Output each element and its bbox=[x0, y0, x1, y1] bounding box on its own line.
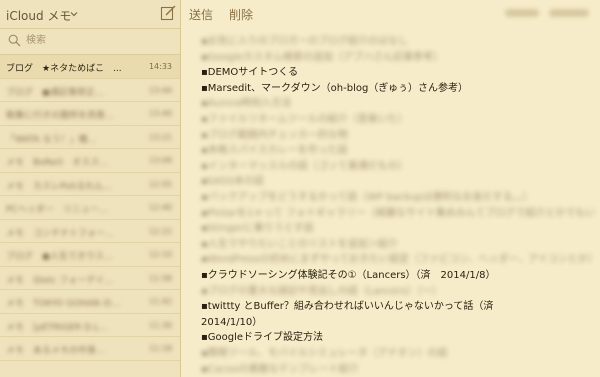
list-item[interactable]: 執筆に行きの箇所を改善… 13:40 bbox=[0, 102, 180, 126]
search-input[interactable] bbox=[26, 32, 166, 48]
note-line: ▪ブログ範囲内チェッカー的な物 bbox=[201, 129, 348, 141]
note-title: 「WATA なう！」機… bbox=[6, 134, 97, 145]
note-title: ブログ ●通記事修正… bbox=[6, 87, 104, 98]
note-line: ▪Googleカスタム検索の追加（アブハさん記事参考） bbox=[201, 51, 444, 63]
note-time: 11:42 bbox=[148, 297, 172, 306]
list-item[interactable]: メモ [pETRIGER D.L… 11:30 bbox=[0, 314, 180, 337]
list-item[interactable]: メモ BoReO オスス… 13:09 bbox=[0, 149, 180, 173]
note-title: 執筆に行きの箇所を改善… bbox=[6, 111, 115, 121]
send-button[interactable]: 送信 bbox=[189, 6, 213, 23]
list-item[interactable]: メモ コンテナトフォー… 12:22 bbox=[0, 220, 180, 243]
search-bar bbox=[0, 28, 180, 55]
note-time: 11:30 bbox=[148, 320, 172, 330]
note-line: ▪本格スパイスカレーを作った話 bbox=[201, 145, 348, 157]
list-item[interactable]: 「WATA なう！」機… 13:21 bbox=[0, 126, 180, 149]
note-time: 14:33 bbox=[148, 62, 172, 71]
note-title: メモ カスレPoSるれん… bbox=[6, 181, 113, 192]
note-title: メモ TOKYO GOHAN の… bbox=[6, 299, 121, 309]
blurred-toolbar-item bbox=[505, 9, 539, 17]
note-title: メモ BoReO オスス… bbox=[6, 158, 109, 168]
note-line: ▪人生でやりたいことのリストを追加＞紹介 bbox=[201, 238, 398, 250]
sidebar-header: iCloud メモ bbox=[0, 0, 180, 29]
note-line: ▪SASS本の話 bbox=[201, 176, 264, 188]
note-time: 13:44 bbox=[148, 85, 172, 95]
compose-icon[interactable] bbox=[160, 5, 176, 21]
note-title: PCヘッダー リニュー… bbox=[6, 205, 108, 215]
editor-toolbar: 送信 削除 bbox=[181, 0, 600, 28]
notes-sidebar: iCloud メモ ブログ ★ネタためばこ ... 14:33 ブログ ●通記事修正… bbox=[0, 0, 181, 377]
app-title[interactable]: iCloud メモ bbox=[6, 7, 71, 24]
note-title: ブログ ★ネタためばこ ... bbox=[6, 64, 122, 74]
note-time: 12:55 bbox=[148, 179, 172, 189]
note-line: ▪Stingerに乗りうとす話 bbox=[201, 223, 314, 235]
search-icon bbox=[8, 34, 21, 47]
note-line: ▪Googleドライブ設定方法 bbox=[201, 332, 324, 344]
list-item[interactable]: ブログ ★ネタためばこ ... 14:33 bbox=[0, 55, 180, 79]
note-time: 11:18 bbox=[148, 344, 172, 353]
note-editor: 送信 削除 ▪お気に入りのブロガーのブログ紹介のはなし ▪Googleカスタム検索… bbox=[181, 0, 600, 377]
note-line: ▪WordPressの初めにまずやっておきたい設定（ファビコン、ヘッダー、アイコ… bbox=[201, 254, 596, 266]
note-list: ブログ ★ネタためばこ ... 14:33 ブログ ●通記事修正… 13:44 執筆に行… bbox=[0, 55, 180, 361]
list-item[interactable]: ブログ ●人生できウス… 12:10 bbox=[0, 243, 180, 267]
note-title: メモ iDotc フォーデイ… bbox=[6, 275, 114, 286]
note-title: メモ [pETRIGER D.L… bbox=[6, 322, 108, 333]
note-line: ▪twittty とBuffer？組み合わせればいいんじゃないかって話（済 bbox=[201, 301, 494, 313]
note-time: 12:22 bbox=[148, 226, 172, 236]
note-time: 13:09 bbox=[148, 156, 172, 165]
note-line: ▪ブログの重大な誤記や見出しの話（Lancers）（〜） bbox=[201, 285, 442, 297]
note-line: ▪バックアップをどうするかって話（WP backupは便利なお金だする。。） bbox=[201, 192, 533, 203]
note-line: ▪お気に入りのブロガーのブログ紹介のはなし bbox=[201, 36, 408, 47]
list-item[interactable]: メモ TOKYO GOHAN の… 11:42 bbox=[0, 290, 180, 314]
note-time: 12:10 bbox=[148, 250, 172, 259]
list-item[interactable]: メモ カスレPoSるれん… 12:55 bbox=[0, 173, 180, 196]
note-line: ▪Pintarを1ゃって フォトギャラリー（綺麗なサイト集めみんてブログで紹介と… bbox=[201, 207, 596, 219]
note-line: ▪Marsedit、マークダウン（oh-blog（ぎゅぅ）さん参考） bbox=[201, 82, 469, 94]
note-time: 13:40 bbox=[148, 109, 172, 118]
note-line: ▪ファイルリネームツールの紹介（音楽いた） bbox=[201, 114, 408, 125]
chevron-down-icon[interactable] bbox=[70, 10, 78, 18]
note-time: 13:21 bbox=[148, 132, 172, 142]
note-time: 11:58 bbox=[148, 273, 172, 283]
note-line: ▪インターマッスルの話（ゴッて普通だもの） bbox=[201, 160, 408, 172]
list-item[interactable]: PCヘッダー リニュー… 12:40 bbox=[0, 196, 180, 220]
note-time: 12:40 bbox=[148, 203, 172, 212]
note-title: メモ あるメモの中身… bbox=[6, 346, 106, 356]
list-item[interactable]: ブログ ●通記事修正… 13:44 bbox=[0, 79, 180, 102]
note-line: ▪Cacooの素敵なテンプレート紹介 bbox=[201, 363, 359, 375]
note-title: ブログ ●人生できウス… bbox=[6, 252, 113, 262]
delete-button[interactable]: 削除 bbox=[229, 6, 253, 23]
note-line: ▪DEMOサイトつくる bbox=[201, 67, 299, 79]
list-item[interactable]: メモ iDotc フォーデイ… 11:58 bbox=[0, 267, 180, 290]
blurred-toolbar-item bbox=[549, 9, 589, 17]
note-line: ▪Aurora時刻入方法 bbox=[201, 98, 292, 110]
note-title: メモ コンテナトフォー… bbox=[6, 228, 115, 239]
list-item[interactable]: メモ あるメモの中身… 11:18 bbox=[0, 337, 180, 361]
note-line: ▪クラウドソーシング体験記その①（Lancers）（済 2014/1/8） bbox=[201, 270, 496, 281]
note-line: 2014/1/10） bbox=[201, 316, 263, 328]
note-line: ▪開発ツール、モバイルシミュレータ（アナオン）の話 bbox=[201, 348, 448, 359]
